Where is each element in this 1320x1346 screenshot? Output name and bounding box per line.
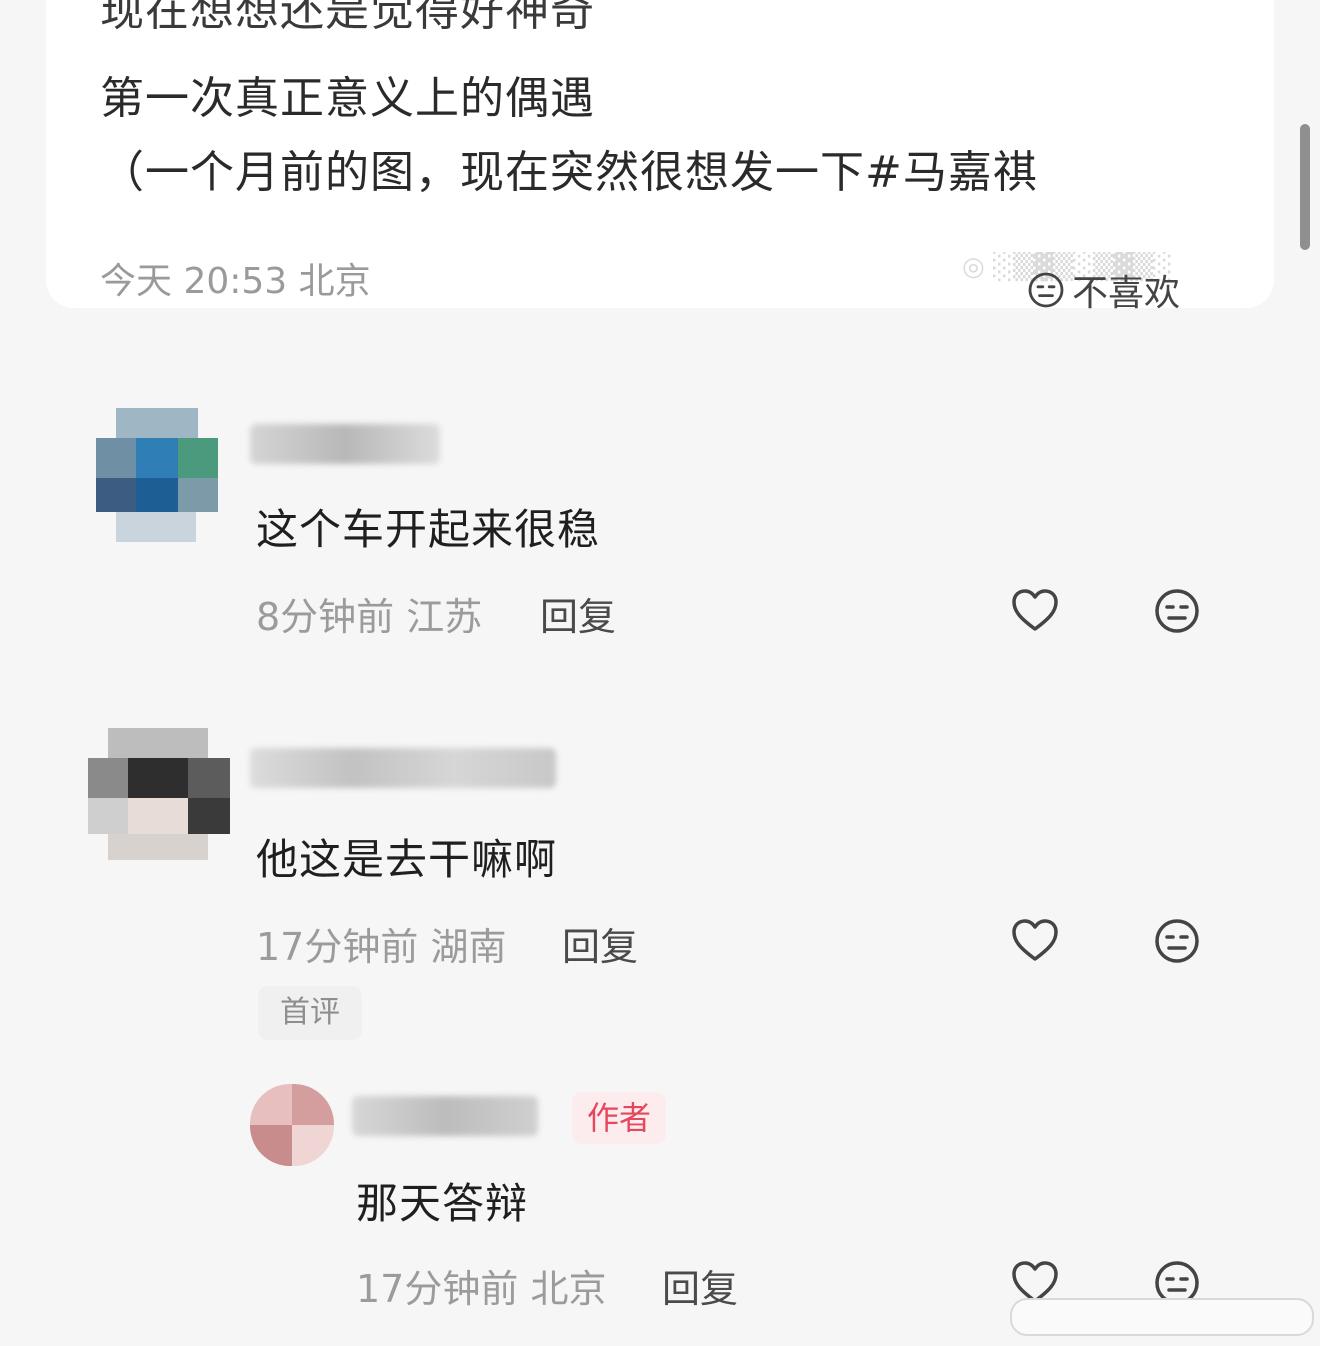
post-text-line: 现在想想还是觉得好神奇	[100, 0, 595, 36]
bottom-overlay-bar	[1010, 1298, 1314, 1336]
reply-button[interactable]: 回复	[662, 1258, 738, 1313]
post-meta: 今天 20:53 北京	[100, 252, 371, 304]
avatar[interactable]	[88, 728, 230, 860]
reply-button[interactable]: 回复	[540, 586, 616, 641]
comment-location: 湖南	[430, 925, 507, 969]
author-badge: 作者	[572, 1092, 666, 1144]
neutral-face-icon	[1155, 589, 1199, 633]
neutral-face-icon	[1155, 919, 1199, 963]
first-comment-badge: 首评	[258, 986, 362, 1040]
comment-time: 8分钟前	[256, 595, 395, 639]
comment-meta: 17分钟前 湖南	[256, 916, 506, 971]
like-button[interactable]	[1010, 916, 1060, 966]
comment-text: 他这是去干嘛啊	[256, 835, 558, 884]
post-text-line: （一个月前的图，现在突然很想发一下#马嘉祺	[100, 147, 1038, 198]
reply-button[interactable]: 回复	[562, 916, 638, 971]
comment-meta: 8分钟前 江苏	[256, 586, 482, 641]
username-blurred[interactable]	[250, 748, 556, 788]
avatar[interactable]	[250, 1084, 334, 1166]
username-blurred[interactable]	[250, 424, 440, 464]
comment-time: 17分钟前	[256, 925, 419, 969]
post-dislike-button[interactable]: 不喜欢	[1026, 264, 1180, 316]
neutral-face-icon	[1028, 272, 1064, 308]
dislike-button[interactable]	[1152, 916, 1202, 966]
dislike-button[interactable]	[1152, 586, 1202, 636]
reply-text: 那天答辩	[356, 1179, 529, 1228]
scrollbar[interactable]	[1300, 124, 1310, 250]
comment-text: 这个车开起来很稳	[256, 505, 601, 554]
post-location: 北京	[298, 261, 371, 302]
post-text-line: 第一次真正意义上的偶遇	[100, 73, 595, 124]
dislike-label: 不喜欢	[1072, 273, 1181, 314]
reply-location: 北京	[530, 1267, 607, 1311]
avatar[interactable]	[96, 408, 218, 542]
like-button[interactable]	[1010, 586, 1060, 636]
reply-meta: 17分钟前 北京	[356, 1258, 606, 1313]
comment-location: 江苏	[406, 595, 483, 639]
reply-time: 17分钟前	[356, 1267, 519, 1311]
heart-outline-icon	[1012, 589, 1058, 631]
post-time: 今天 20:53	[100, 261, 288, 302]
heart-outline-icon	[1012, 919, 1058, 961]
username-blurred[interactable]	[352, 1096, 538, 1136]
